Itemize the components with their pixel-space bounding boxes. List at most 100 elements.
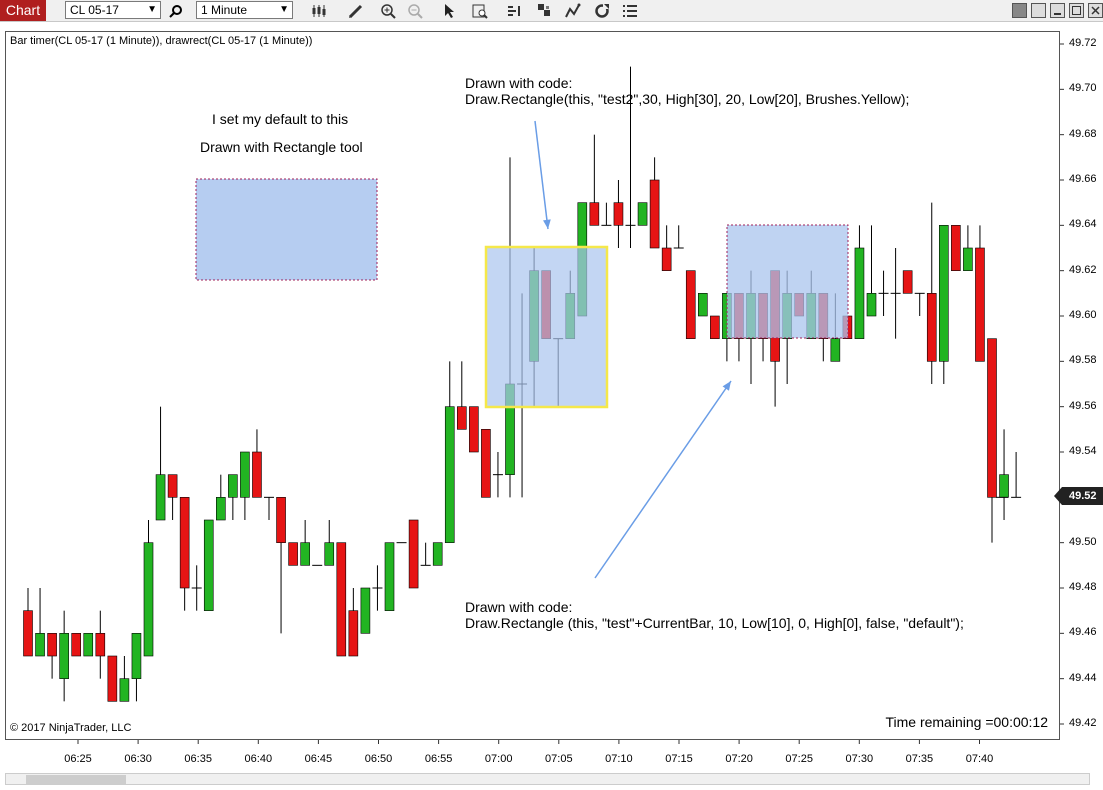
- candle-body: [228, 474, 238, 498]
- price-tick-label: 49.44: [1069, 671, 1097, 684]
- candle-body: [35, 633, 45, 657]
- price-tick-label: 49.56: [1069, 399, 1097, 412]
- candle-body: [252, 451, 262, 498]
- annotation-test-line1: Drawn with code:: [465, 599, 573, 615]
- annotation-default-line2: Drawn with Rectangle tool: [200, 139, 363, 155]
- candle-body: [963, 247, 973, 271]
- candle-body: [649, 179, 660, 249]
- arrow-to-test-head: [722, 381, 731, 391]
- candle-body: [951, 225, 961, 271]
- candle-body: [203, 519, 214, 611]
- candle-body: [23, 610, 33, 657]
- candle-body: [47, 633, 57, 657]
- candle-body: [95, 633, 106, 657]
- time-tick-label: 07:35: [905, 753, 934, 765]
- candle-body: [830, 338, 841, 362]
- price-tick-label: 49.64: [1069, 218, 1097, 231]
- candle-body: [926, 293, 937, 362]
- time-tick-label: 07:40: [965, 753, 994, 765]
- candle-body: [637, 202, 648, 226]
- candle-body: [456, 406, 467, 430]
- indicator-header: Bar timer(CL 05-17 (1 Minute)), drawrect…: [10, 35, 313, 47]
- price-tick-label: 49.46: [1069, 626, 1097, 639]
- candle-body: [589, 202, 600, 226]
- annotation-test-line2: Draw.Rectangle (this, "test"+CurrentBar,…: [465, 615, 964, 631]
- price-tick-label: 49.58: [1069, 354, 1097, 367]
- candle-body: [240, 451, 250, 498]
- horizontal-scrollbar[interactable]: [5, 773, 1090, 785]
- candle-body: [697, 293, 708, 317]
- candle-body: [348, 610, 359, 657]
- candle-body: [444, 406, 455, 543]
- arrow-to-test: [594, 380, 732, 579]
- time-tick-label: 07:10: [605, 753, 633, 765]
- candle-body: [938, 225, 949, 362]
- annotation-test2-line1: Drawn with code:: [465, 75, 573, 91]
- candle-body: [854, 247, 865, 339]
- candle-body: [975, 247, 985, 362]
- candle-body: [866, 293, 877, 317]
- candle-body: [408, 519, 419, 589]
- candle-body: [469, 406, 479, 453]
- price-tick-label: 49.70: [1069, 82, 1097, 95]
- price-tick-label: 49.66: [1069, 173, 1097, 185]
- price-tick-label: 49.48: [1069, 581, 1097, 593]
- price-tick-label: 49.42: [1069, 717, 1097, 729]
- copyright-text: © 2017 NinjaTrader, LLC: [10, 722, 132, 734]
- candle-body: [179, 497, 190, 589]
- time-tick-label: 07:25: [785, 753, 813, 765]
- price-tick-label: 49.68: [1069, 127, 1097, 140]
- price-tick-label: 49.50: [1069, 535, 1097, 548]
- price-tick-label: 49.60: [1069, 309, 1097, 321]
- current-price-pointer: [1054, 487, 1062, 505]
- candle-body: [71, 633, 81, 657]
- candle-body: [902, 270, 913, 294]
- candle-body: [481, 429, 491, 498]
- candle-body: [324, 542, 335, 566]
- candle-body: [131, 633, 142, 679]
- time-tick-label: 06:30: [124, 753, 152, 765]
- candle-body: [613, 202, 624, 226]
- scrollbar-thumb[interactable]: [26, 775, 126, 784]
- candle-body: [107, 655, 118, 702]
- candle-body: [661, 247, 672, 271]
- time-tick-label: 06:55: [424, 753, 453, 765]
- candle-body: [999, 474, 1009, 498]
- arrow-to-test2: [534, 120, 549, 230]
- time-tick-label: 06:40: [244, 753, 273, 765]
- candle-body: [276, 497, 286, 543]
- candle-body: [685, 270, 696, 339]
- candle-body: [384, 542, 395, 611]
- rectangle-tool-drawing: [195, 178, 378, 281]
- time-tick-label: 06:25: [64, 753, 92, 765]
- candle-body: [288, 542, 298, 566]
- candle-body: [300, 542, 310, 566]
- rectangle-test-default: [726, 224, 849, 339]
- time-tick-label: 07:30: [845, 753, 874, 765]
- rectangle-test2: [484, 245, 609, 409]
- candle-body: [432, 542, 443, 566]
- candle-body: [143, 542, 154, 657]
- price-tick-label: 49.72: [1069, 37, 1097, 49]
- candle-body: [83, 633, 94, 657]
- time-tick-label: 06:45: [304, 753, 333, 765]
- candlestick-chart: [23, 43, 1064, 744]
- candle-body: [336, 542, 347, 657]
- candle-body: [155, 474, 166, 521]
- candle-body: [167, 474, 178, 498]
- candle-body: [216, 497, 226, 521]
- annotation-test2-line2: Draw.Rectangle(this, "test2",30, High[30…: [465, 91, 910, 107]
- candle-body: [360, 587, 371, 634]
- time-tick-label: 06:35: [184, 753, 212, 765]
- time-remaining-label: Time remaining =00:00:12: [885, 714, 1048, 730]
- candle-body: [119, 678, 130, 702]
- candle-body: [710, 315, 720, 339]
- current-price-marker: 49.52: [1062, 487, 1103, 505]
- time-tick-label: 07:15: [665, 753, 693, 765]
- price-tick-label: 49.62: [1069, 263, 1097, 276]
- annotation-default-line1: I set my default to this: [212, 111, 349, 127]
- arrow-to-test2-head: [543, 219, 551, 229]
- price-tick-label: 49.54: [1069, 445, 1097, 457]
- time-tick-label: 07:05: [545, 753, 573, 765]
- candle-body: [987, 338, 997, 498]
